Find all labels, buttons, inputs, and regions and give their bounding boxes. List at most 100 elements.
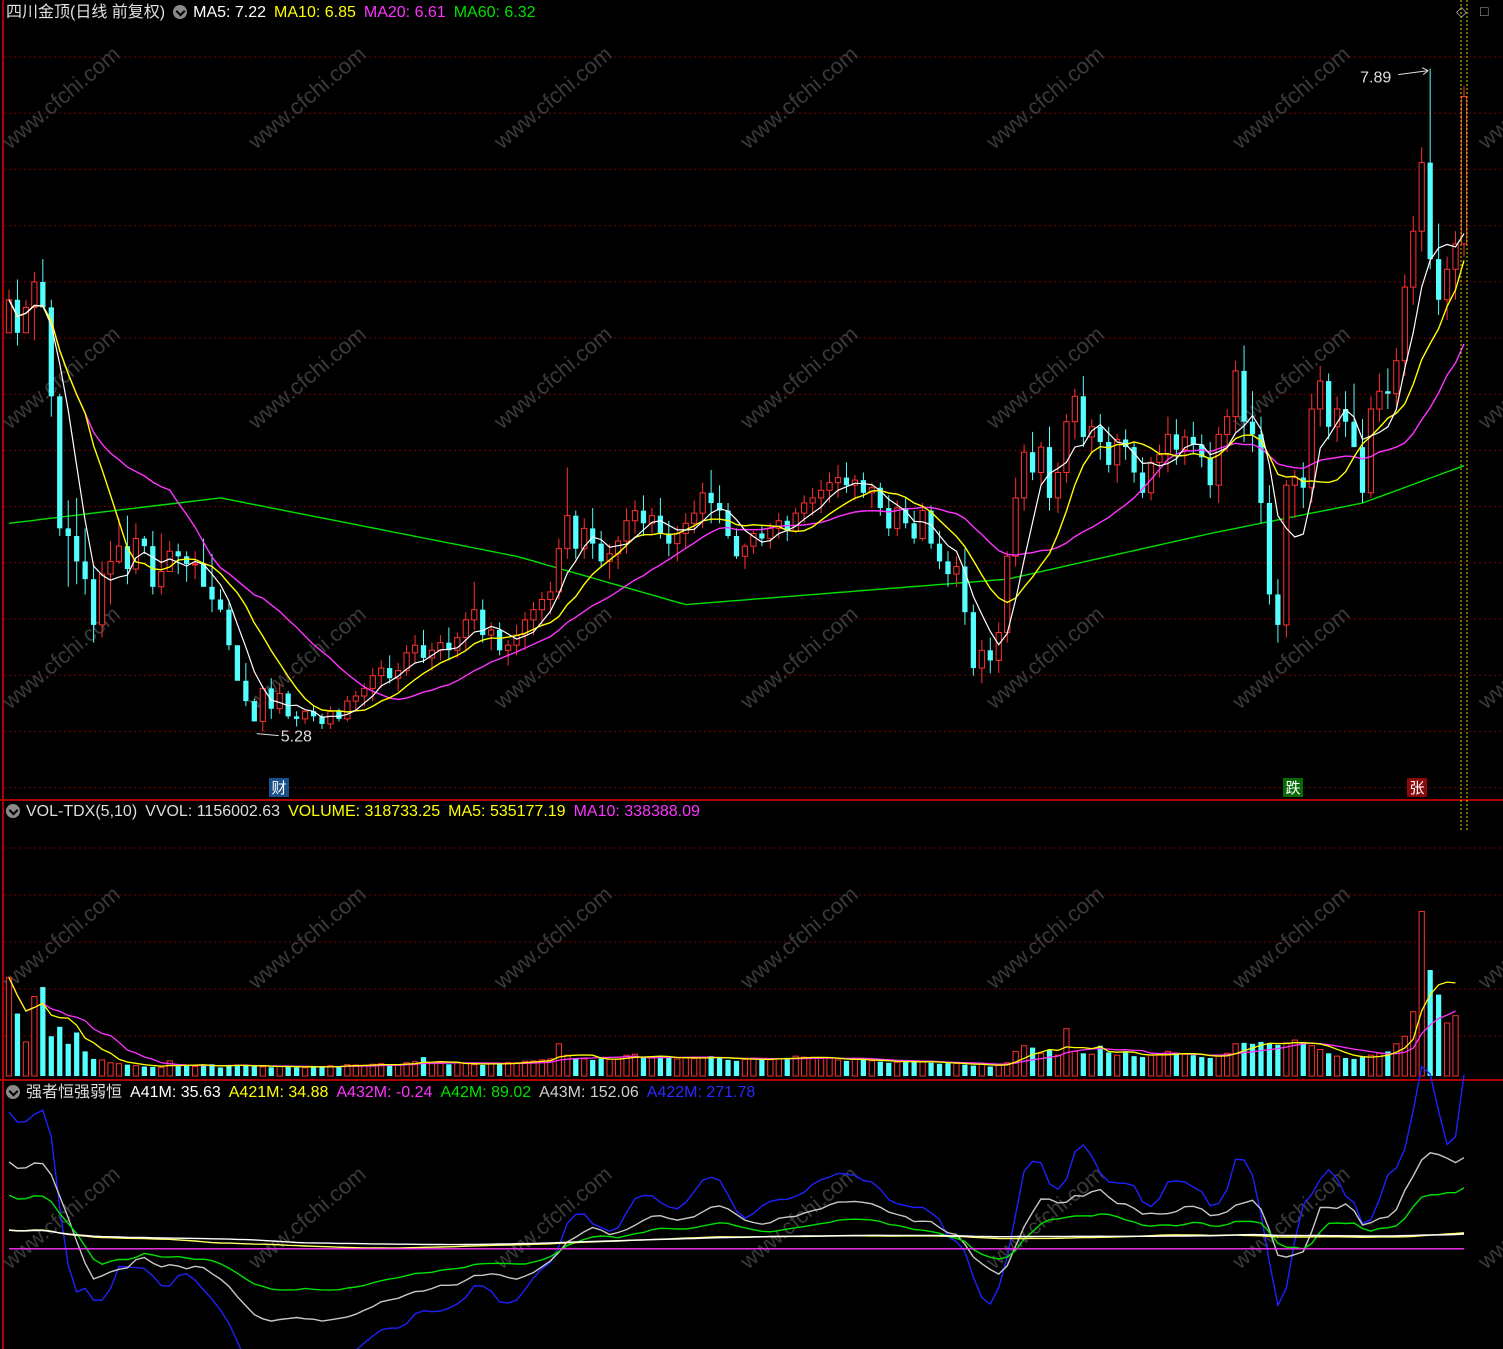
candle-body-up [953, 565, 960, 575]
volume-bar-up [614, 1058, 622, 1077]
candle-body-up [1410, 230, 1417, 288]
candle-body-down [65, 528, 71, 536]
candle-body-down [987, 650, 993, 661]
volume-bar-down [65, 1043, 71, 1076]
volume-bar-down [666, 1057, 672, 1076]
volume-bar-down [1258, 1041, 1264, 1076]
volume-bar-up [488, 1063, 495, 1077]
candle-body-up [276, 692, 283, 710]
candle-body-down [420, 645, 427, 658]
volume-bar-down [1326, 1053, 1332, 1076]
volume-bar-up [259, 1066, 266, 1077]
maximize-icon[interactable]: □ [1480, 4, 1494, 18]
volume-bar-up [919, 1061, 926, 1077]
candle-body-up [411, 644, 419, 654]
volume-bar-up [682, 1057, 689, 1077]
volume-bar-up [276, 1065, 283, 1077]
candle-body-up [166, 550, 173, 573]
candle-body-up [1376, 390, 1383, 410]
volume-bar-down [497, 1062, 503, 1076]
volume-bar-up [158, 1066, 165, 1077]
main-settings-icon[interactable] [173, 5, 188, 19]
candle-body-up [1308, 408, 1315, 489]
candle-body-up [107, 560, 114, 575]
candle-body-up [826, 482, 833, 491]
volume-bar-up [1393, 1043, 1400, 1077]
a41m-label: A41M: 35.63 [130, 1084, 221, 1101]
volume-bar-down [970, 1065, 976, 1076]
candle-body-up [462, 619, 469, 639]
candle-body-down [1106, 442, 1112, 465]
volume-bar-down [1351, 1058, 1357, 1076]
volume-bar-down [124, 1064, 131, 1076]
candle-body-up [259, 687, 266, 722]
candle-body-down [1351, 421, 1357, 448]
candle-body-down [90, 579, 97, 625]
candle-body-up [1443, 268, 1451, 301]
volume-bar-up [1443, 1022, 1451, 1077]
candle-body-up [741, 545, 749, 557]
volume-bar-down [1080, 1053, 1086, 1076]
volume-bar-down [928, 1062, 934, 1076]
candle-body-down [843, 477, 850, 486]
volume-bar-down [40, 987, 46, 1076]
zhang-badge: 张 [1409, 779, 1424, 797]
volume-bar-up [395, 1064, 402, 1077]
candle-body-down [860, 480, 867, 493]
volume-bar-down [759, 1058, 765, 1076]
volume-bar-up [564, 1054, 571, 1077]
volume-bar-up [132, 1065, 140, 1077]
ind-name: 强者恒强弱恒 [26, 1084, 123, 1101]
candle-body-up [158, 571, 165, 588]
volume-bar-down [1266, 1043, 1273, 1076]
volume-bar-down [1106, 1052, 1112, 1076]
volume-bar-down [175, 1066, 181, 1076]
volume-bar-down [1173, 1053, 1180, 1076]
volume-bar-up [826, 1057, 833, 1077]
candle-body-up [191, 563, 199, 566]
volume-bar-up [606, 1058, 613, 1077]
volume-bar-up [750, 1057, 757, 1077]
stock-chart[interactable]: www.cfchi.com www.cfchi.com www.cfchi.com w… [0, 0, 1503, 1349]
volume-bar-down [74, 1032, 80, 1076]
candle-body-down [1190, 436, 1196, 445]
candle-body-down [1275, 594, 1281, 625]
candle-body-up [344, 700, 351, 720]
candle-body-up [564, 515, 571, 550]
a432m-label: A432M: -0.24 [336, 1084, 433, 1101]
volume-bar-up [691, 1058, 698, 1077]
candle-body-up [674, 532, 681, 545]
diamond-icon[interactable]: ◇ [1456, 4, 1470, 18]
candle-body-up [1054, 472, 1062, 499]
volume-bar-up [22, 1041, 30, 1077]
volume-bar-down [860, 1059, 867, 1076]
volume-bar-up [699, 1056, 706, 1077]
volume-bar-up [1088, 1053, 1095, 1077]
candle-body-down [725, 510, 731, 536]
candle-body-up [488, 629, 495, 636]
candle-body-down [243, 680, 249, 702]
candle-body-up [1224, 416, 1231, 435]
candle-body-down [497, 629, 503, 651]
vvol-label: VVOL: 1156002.63 [145, 803, 281, 820]
candle-body-up [1333, 408, 1341, 428]
candle-body-up [98, 573, 106, 626]
candle-body-up [767, 527, 774, 540]
candle-body-down [141, 538, 147, 547]
volume-bar-up [1333, 1055, 1341, 1077]
candle-body-down [209, 586, 215, 600]
candle-body-down [1326, 381, 1332, 427]
ma5-label: MA5: 7.22 [193, 4, 267, 21]
volume-bar-up [1037, 1052, 1045, 1077]
candle-body-down [1080, 396, 1086, 437]
high-price-label: 7.89 [1360, 70, 1391, 87]
candle-body-down [708, 492, 714, 503]
candle-body-up [132, 538, 140, 570]
volume-bar-down [590, 1059, 596, 1076]
candle-body-up [631, 510, 639, 522]
volume-bar-down [1199, 1057, 1205, 1076]
a43m-label: A43M: 152.06 [539, 1084, 639, 1101]
indicator-settings-icon[interactable] [6, 1085, 20, 1099]
volume-settings-icon[interactable] [6, 804, 20, 818]
volume-bar-down [480, 1065, 486, 1076]
